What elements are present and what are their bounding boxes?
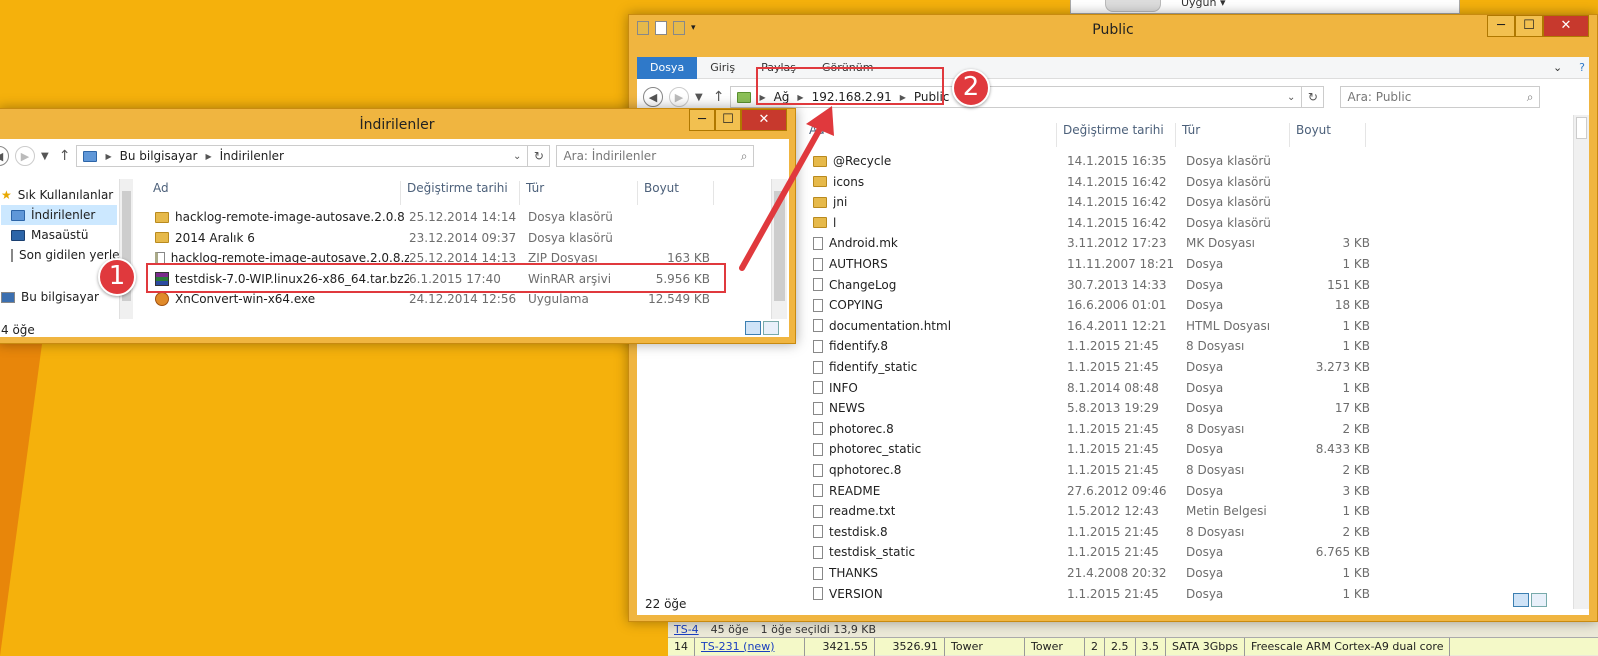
annotation-arrow bbox=[739, 106, 834, 271]
step-badge-2: 2 bbox=[952, 69, 990, 107]
step-badge-1: 1 bbox=[98, 258, 136, 296]
